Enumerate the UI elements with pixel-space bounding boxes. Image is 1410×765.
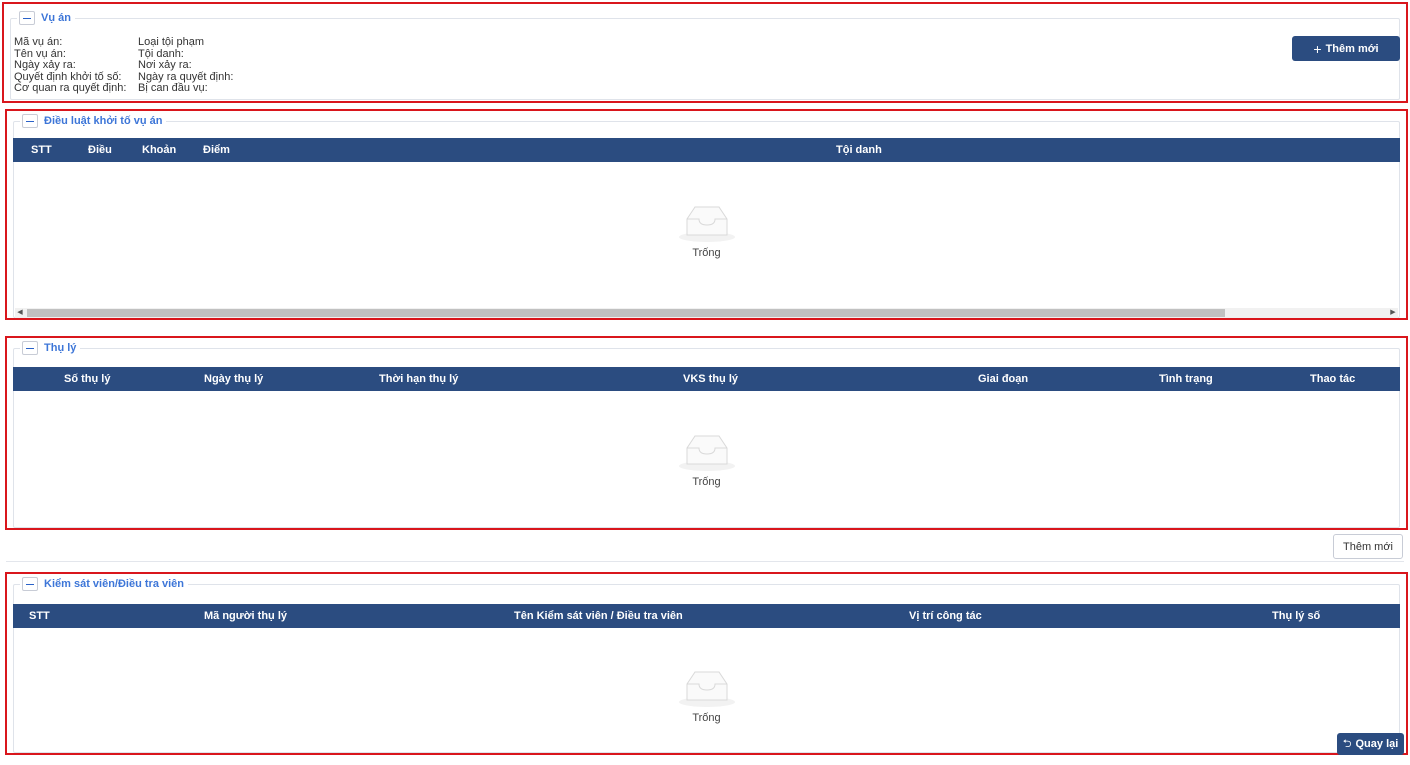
col-stage: Giai đoạn — [978, 373, 1029, 385]
field-case-code: Mã vụ án: — [14, 36, 63, 48]
collapse-officers-button[interactable] — [22, 577, 38, 591]
field-occurred-date: Ngày xảy ra: — [14, 59, 76, 71]
minus-icon — [23, 17, 31, 19]
minus-icon — [26, 583, 34, 585]
officers-table-header: STT Mã người thụ lý Tên Kiểm sát viên / … — [13, 604, 1400, 628]
plus-icon: + — [1313, 40, 1322, 57]
collapse-law-button[interactable] — [22, 114, 38, 128]
col-handler-code: Mã người thụ lý — [204, 610, 288, 622]
scroll-left-icon[interactable]: ◀ — [15, 308, 25, 318]
back-button[interactable]: ⮌ Quay lại — [1337, 733, 1404, 755]
col-point: Điểm — [203, 144, 230, 156]
add-handling-label: Thêm mới — [1343, 540, 1393, 553]
handling-empty-text: Trống — [692, 476, 721, 488]
back-label: Quay lại — [1355, 738, 1399, 750]
add-handling-button[interactable]: Thêm mới — [1333, 534, 1403, 559]
case-fields-right: Loại tội phạm Tội danh: Nơi xảy ra: Ngày… — [138, 36, 233, 95]
scroll-right-icon[interactable]: ▶ — [1388, 308, 1398, 318]
law-table-header: STT Điều Khoản Điểm Tội danh — [13, 138, 1400, 162]
handling-empty-state: Trống — [7, 432, 1406, 488]
col-handling-number: Số thụ lý — [64, 373, 111, 385]
field-occurred-place: Nơi xảy ra: — [138, 59, 192, 71]
scroll-thumb[interactable] — [27, 309, 1225, 317]
col-handling-procuracy: VKS thụ lý — [683, 373, 739, 385]
col-status: Tình trạng — [1159, 373, 1213, 385]
col-handling-date: Ngày thụ lý — [204, 373, 264, 385]
officers-title: Kiểm sát viên/Điều tra viên — [44, 578, 184, 590]
add-case-label: Thêm mới — [1325, 42, 1379, 55]
field-crime-type: Loại tội phạm — [138, 36, 205, 48]
return-icon: ⮌ — [1342, 737, 1352, 750]
officers-empty-text: Trống — [692, 712, 721, 724]
handling-title: Thụ lý — [44, 342, 77, 354]
law-horizontal-scrollbar[interactable]: ◀ ▶ — [15, 308, 1398, 318]
collapse-case-button[interactable] — [19, 11, 35, 25]
collapse-handling-button[interactable] — [22, 341, 38, 355]
case-title: Vụ án — [41, 12, 71, 24]
case-section: Vụ án Mã vụ án: Tên vụ án: Ngày xảy ra: … — [2, 2, 1408, 103]
col-actions: Thao tác — [1310, 373, 1356, 385]
law-empty-text: Trống — [692, 247, 721, 259]
case-legend: Vụ án — [17, 11, 75, 25]
col-handling-deadline: Thời hạn thụ lý — [379, 373, 459, 385]
field-issuing-agency: Cơ quan ra quyết định: — [14, 82, 127, 94]
col-work-position: Vị trí công tác — [909, 610, 982, 622]
col-handling-no: Thụ lý số — [1272, 610, 1321, 622]
case-fields-left: Mã vụ án: Tên vụ án: Ngày xảy ra: Quyết … — [14, 36, 127, 95]
col-stt: STT — [31, 144, 52, 156]
law-legend: Điều luật khởi tố vụ án — [20, 114, 167, 128]
col-charge: Tội danh — [836, 144, 882, 156]
empty-inbox-icon — [678, 671, 735, 707]
empty-inbox-icon — [678, 435, 735, 471]
law-section: Điều luật khởi tố vụ án STT Điều Khoản Đ… — [5, 109, 1408, 320]
add-case-button[interactable]: + Thêm mới — [1292, 36, 1400, 61]
handling-divider — [6, 561, 1404, 562]
officers-section: Kiểm sát viên/Điều tra viên STT Mã người… — [5, 572, 1408, 755]
officers-legend: Kiểm sát viên/Điều tra viên — [20, 577, 188, 591]
col-article: Điều — [88, 144, 112, 156]
minus-icon — [26, 120, 34, 122]
handling-legend: Thụ lý — [20, 341, 81, 355]
handling-section: Thụ lý Số thụ lý Ngày thụ lý Thời hạn th… — [5, 336, 1408, 530]
minus-icon — [26, 347, 34, 349]
field-lead-defendant: Bị can đầu vụ: — [138, 82, 208, 94]
handling-table-header: Số thụ lý Ngày thụ lý Thời hạn thụ lý VK… — [13, 367, 1400, 391]
col-clause: Khoản — [142, 144, 177, 156]
law-empty-state: Trống — [7, 203, 1406, 259]
empty-inbox-icon — [678, 206, 735, 242]
col-officer-stt: STT — [29, 610, 50, 622]
col-officer-name: Tên Kiểm sát viên / Điều tra viên — [514, 610, 683, 622]
officers-empty-state: Trống — [7, 668, 1406, 724]
law-title: Điều luật khởi tố vụ án — [44, 115, 163, 127]
